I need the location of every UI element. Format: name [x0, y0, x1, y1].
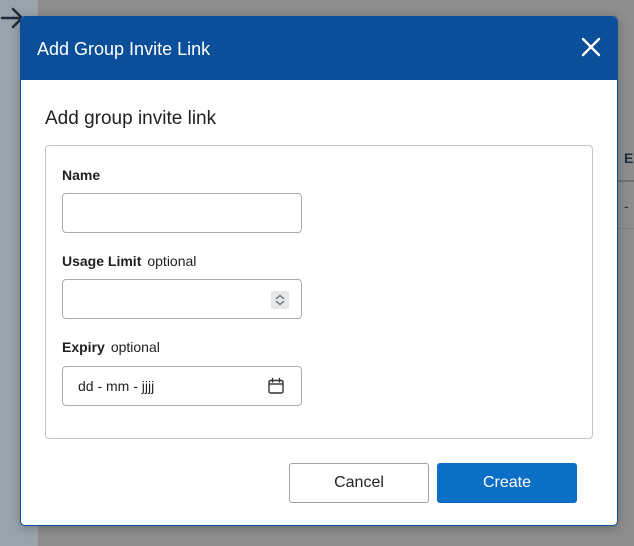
- usage-limit-input[interactable]: [62, 279, 302, 319]
- close-icon: [581, 37, 601, 57]
- background-table-header-text: Ex: [624, 150, 634, 166]
- expiry-optional: optional: [110, 339, 160, 355]
- usage-limit-optional: optional: [147, 253, 197, 269]
- dialog-header: Add Group Invite Link: [21, 17, 617, 80]
- expiry-label: Expiry optional: [62, 339, 160, 355]
- dialog-title: Add Group Invite Link: [37, 39, 211, 59]
- cancel-button[interactable]: Cancel: [289, 463, 429, 503]
- usage-limit-label-text: Usage Limit: [62, 253, 142, 269]
- name-input[interactable]: [62, 193, 302, 233]
- expiry-date-input[interactable]: dd - mm - jjjj: [62, 366, 302, 406]
- usage-limit-stepper[interactable]: [271, 291, 289, 309]
- expiry-label-text: Expiry: [62, 339, 105, 355]
- section-title: Add group invite link: [45, 108, 217, 129]
- invite-link-form: Name Usage Limit optional Expiry optional …: [45, 145, 593, 439]
- close-button[interactable]: [579, 35, 603, 59]
- usage-limit-label: Usage Limit optional: [62, 253, 196, 269]
- spinner-arrows-icon: [275, 294, 285, 306]
- name-label: Name: [62, 167, 100, 183]
- expiry-date-placeholder: dd - mm - jjjj: [78, 378, 155, 394]
- calendar-icon[interactable]: [267, 377, 285, 395]
- add-group-invite-link-dialog: Add Group Invite Link Add group invite l…: [20, 16, 618, 526]
- create-button[interactable]: Create: [437, 463, 577, 503]
- name-label-text: Name: [62, 167, 101, 183]
- background-table-cell: -: [624, 198, 629, 214]
